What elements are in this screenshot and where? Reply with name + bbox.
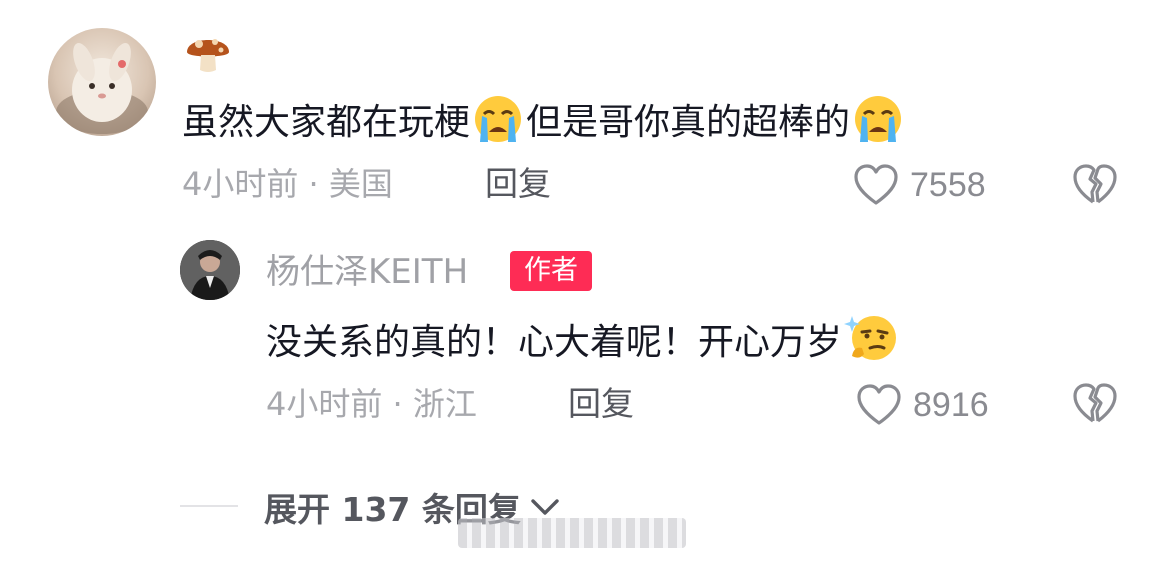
person-avatar-image	[180, 240, 240, 300]
reply-reply-button[interactable]: 回复	[568, 382, 634, 426]
heart-icon	[854, 164, 898, 205]
reply-text-content: 没关系的真的！心大着呢！开心万岁	[266, 322, 843, 363]
reply-like-button[interactable]: 8916	[855, 380, 989, 430]
comment-like-count: 7558	[910, 165, 986, 204]
mushroom-emoji-username[interactable]	[183, 28, 233, 76]
reply-author-name[interactable]: 杨仕泽KEITH	[266, 250, 468, 294]
bunny-avatar-image	[56, 42, 148, 134]
heart-icon	[857, 384, 901, 425]
comment-text-part1: 虽然大家都在玩梗	[182, 102, 471, 143]
crying-face-icon	[470, 94, 526, 144]
broken-heart-icon	[1073, 164, 1117, 204]
comment-dislike-button[interactable]	[1071, 162, 1119, 208]
comment-reply-button[interactable]: 回复	[485, 162, 551, 206]
broken-heart-icon	[1073, 383, 1117, 423]
comment-meta: 4小时前 · 美国	[182, 165, 393, 203]
author-badge: 作者	[510, 251, 592, 291]
reply-like-count: 8916	[913, 385, 989, 424]
reply-author-avatar[interactable]	[180, 240, 240, 300]
comment-like-button[interactable]: 7558	[852, 160, 986, 210]
reply-text: 没关系的真的！心大着呢！开心万岁	[266, 312, 898, 369]
commenter-avatar[interactable]	[48, 28, 156, 136]
crying-face-icon	[850, 94, 906, 144]
chevron-down-icon	[531, 499, 559, 515]
reply-meta: 4小时前 · 浙江	[266, 385, 477, 423]
thinking-face-icon	[842, 312, 898, 362]
comment-text-part2: 但是哥你真的超棒的	[526, 102, 851, 143]
watermark-overlay	[458, 518, 686, 548]
comment-text: 虽然大家都在玩梗 但是哥你真的超棒的	[182, 94, 906, 149]
expand-divider	[180, 505, 238, 507]
mushroom-icon	[187, 39, 229, 72]
reply-dislike-button[interactable]	[1071, 381, 1119, 427]
